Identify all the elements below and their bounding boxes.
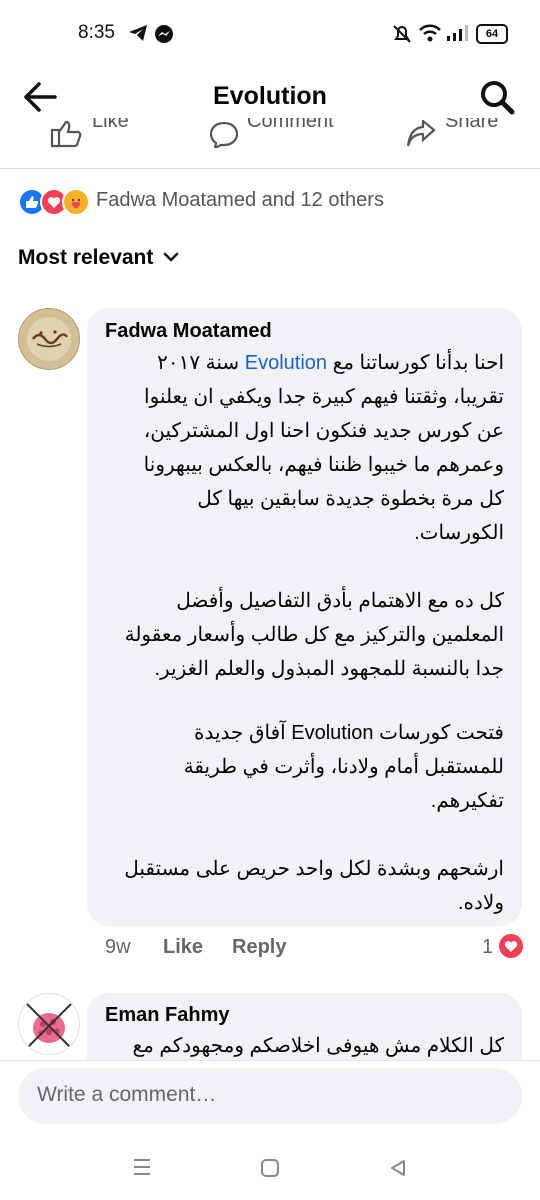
system-nav-bar [0,1150,540,1200]
comment-reaction-count[interactable]: 1 [482,936,493,959]
messenger-icon [154,24,174,49]
comment-author[interactable]: Fadwa Moatamed [105,320,272,343]
comment-text-line: الكورسات. [414,522,504,544]
telegram-icon [128,24,148,47]
comment-icon[interactable] [208,120,240,153]
comment-like-button[interactable]: Like [163,936,203,959]
comment-input-placeholder[interactable]: Write a comment… [37,1083,216,1107]
home-icon[interactable] [260,1158,280,1183]
comment-text-line: تقريبا، وثقتنا فيهم كبيرة جدا ويكفي ان ي… [144,386,504,408]
comment-text-line: عن كورس جديد فنكون احنا اول المشتركين، [143,420,504,442]
share-action-label[interactable]: Share [445,118,498,133]
wifi-icon [419,24,441,47]
comment-text-line: وعمرهم ما خيبوا ظننا فيهم، بالعكس بيبهرو… [143,454,504,476]
love-reaction-icon[interactable] [499,934,523,958]
comment-text-line: فتحت كورسات Evolution آفاق جديدة [194,722,504,744]
sort-dropdown-label[interactable]: Most relevant [18,246,153,270]
like-action-label[interactable]: Like [92,118,129,133]
status-time: 8:35 [78,22,115,43]
comment-text-line: جدا بالنسبة للمجهود المبذول والعلم الغزي… [154,658,504,680]
comment-text-line: كل مرة بخطوة جديدة سابقين بيها كل [197,488,504,510]
signal-icon [446,24,468,47]
comment-text-line: ارشحهم وبشدة لكل واحد حريص على مستقبل [124,858,504,880]
comment-action-label[interactable]: Comment [247,118,334,133]
comment-text-line: تفكيرهم. [430,790,504,812]
recent-apps-icon[interactable] [132,1158,152,1181]
comment-text-line: للمستقبل أمام ولادنا، وأثرت في طريقة [183,756,504,778]
reactions-summary[interactable]: Fadwa Moatamed and 12 others [96,189,384,212]
comment-text-line: المعلمين والتركيز مع كل طالب وأسعار معقو… [124,624,504,646]
comment-text-line: ولاده. [457,892,504,914]
share-icon[interactable] [405,118,437,153]
comment-text-line: كل الكلام مش هيوفى اخلاصكم ومجهودكم مع [132,1035,505,1057]
search-button[interactable] [478,78,518,118]
back-nav-icon[interactable] [388,1158,408,1183]
comment-author[interactable]: Eman Fahmy [105,1004,229,1027]
search-icon [481,81,515,115]
page-mention-link[interactable]: Evolution [245,352,327,374]
chevron-down-icon[interactable] [162,248,180,271]
avatar[interactable] [18,993,80,1055]
mute-bell-icon [393,24,411,49]
like-icon[interactable] [50,120,82,153]
post-action-bar: Like Comment Share [0,118,540,169]
comment-text-line: كل ده مع الاهتمام بأدق التفاصيل وأفضل [176,590,504,612]
avatar[interactable] [18,308,80,370]
status-bar: 8:35 64 [0,0,540,68]
comment-text-line: احنا بدأنا كورساتنا مع Evolution سنة ٢٠١… [157,352,504,374]
page-title: Evolution [213,82,327,110]
comment-timestamp[interactable]: 9w [105,936,131,959]
battery-icon: 64 [476,24,508,44]
comment-reply-button[interactable]: Reply [232,936,286,959]
care-reaction-icon [62,188,90,216]
